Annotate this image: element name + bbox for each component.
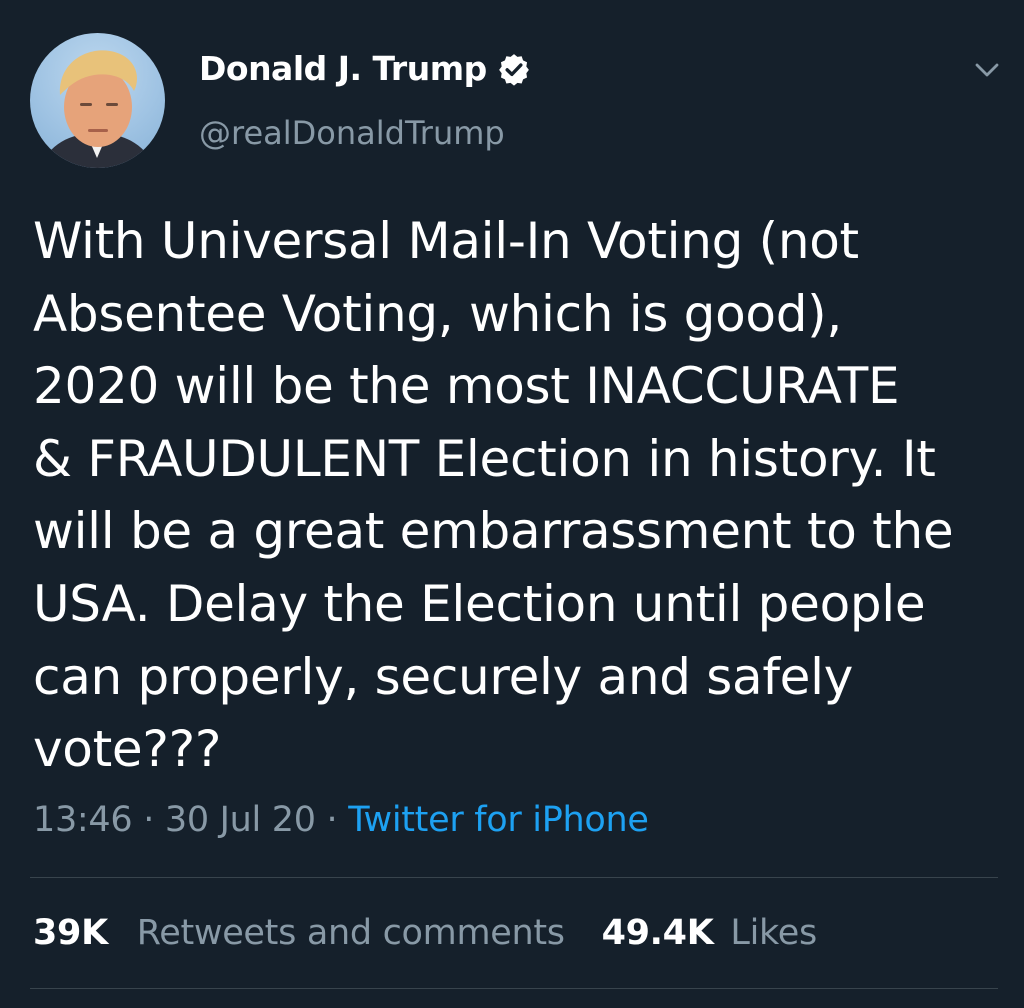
author-name-row[interactable]: Donald J. Trump (199, 49, 531, 88)
retweets-label: Retweets and comments (136, 913, 565, 953)
tweet-text: With Universal Mail-In Voting (not Absen… (33, 212, 954, 779)
tweet-meta: 13:46 · 30 Jul 20 · Twitter for iPhone (33, 800, 649, 840)
divider (30, 988, 998, 989)
author-handle[interactable]: @realDonaldTrump (199, 114, 505, 152)
likes-stat[interactable]: 49.4K Likes (601, 913, 818, 953)
avatar-image (40, 50, 155, 168)
meta-separator: · (326, 800, 338, 840)
avatar[interactable] (30, 33, 165, 168)
likes-label: Likes (730, 913, 817, 953)
tweet-time: 13:46 (33, 800, 133, 840)
meta-separator: · (143, 800, 155, 840)
likes-count: 49.4K (601, 913, 714, 953)
divider (30, 877, 998, 878)
author-name[interactable]: Donald J. Trump (199, 49, 487, 88)
verified-badge-icon (498, 53, 529, 86)
tweet-stats: 39K Retweets and comments 49.4K Likes (33, 913, 817, 953)
tweet-date: 30 Jul 20 (164, 800, 316, 840)
chevron-down-icon[interactable] (972, 58, 1002, 82)
tweet-source-link[interactable]: Twitter for iPhone (348, 800, 649, 840)
retweets-stat[interactable]: 39K Retweets and comments (33, 913, 576, 953)
retweets-count: 39K (33, 913, 108, 953)
